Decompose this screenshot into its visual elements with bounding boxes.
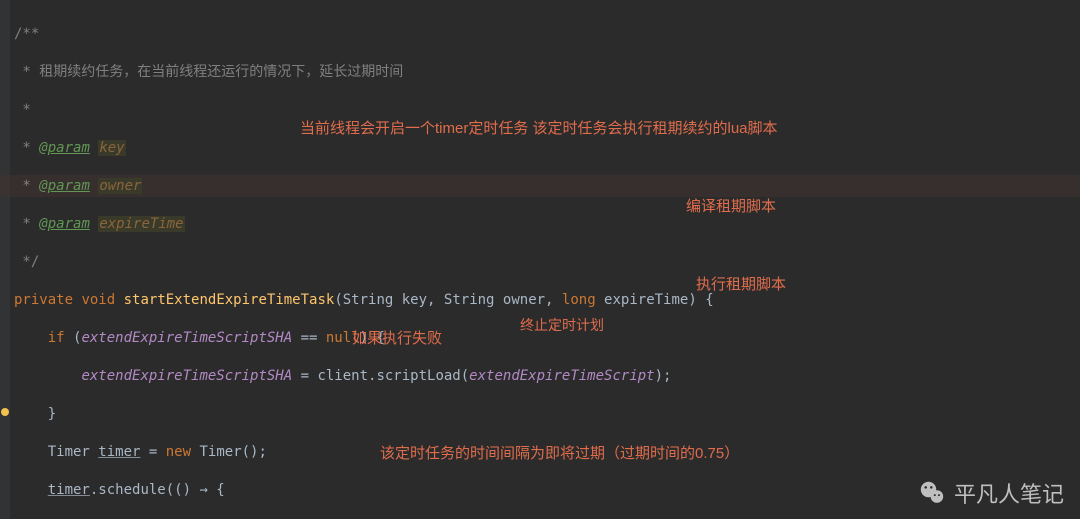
param-tag: @param xyxy=(39,178,90,194)
kw-void: void xyxy=(81,292,115,308)
param-owner: owner xyxy=(98,178,142,194)
warning-gutter-icon[interactable] xyxy=(1,408,9,416)
sig-params: (String key, String owner, xyxy=(334,292,562,308)
param-tag: @param xyxy=(39,140,90,156)
comment-line: * 租期续约任务，在当前线程还运行的情况下，延长过期时间 xyxy=(14,64,403,80)
var-sha: extendExpireTimeScriptSHA xyxy=(81,330,292,346)
kw-if: if xyxy=(48,330,65,346)
comment-close: */ xyxy=(14,254,39,270)
param-expireTime: expireTime xyxy=(98,216,184,232)
code-editor[interactable]: /** * 租期续约任务，在当前线程还运行的情况下，延长过期时间 * * @pa… xyxy=(0,0,1080,519)
sig-params-2: expireTime) { xyxy=(596,292,714,308)
kw-null: null xyxy=(326,330,360,346)
brace: } xyxy=(48,406,56,422)
comment-star: * xyxy=(14,102,31,118)
timer-ref: timer xyxy=(48,482,90,498)
kw-new: new xyxy=(166,444,191,460)
kw-long: long xyxy=(562,292,596,308)
gutter xyxy=(0,0,10,519)
var-timer: timer xyxy=(98,444,140,460)
kw-private: private xyxy=(14,292,73,308)
param-tag: @param xyxy=(39,216,90,232)
method-name: startExtendExpireTimeTask xyxy=(124,292,335,308)
var-sha-2: extendExpireTimeScriptSHA xyxy=(81,368,292,384)
comment-open: /** xyxy=(14,26,39,42)
param-key: key xyxy=(98,140,125,156)
code-block[interactable]: /** * 租期续约任务，在当前线程还运行的情况下，延长过期时间 * * @pa… xyxy=(14,6,1080,519)
var-script: extendExpireTimeScript xyxy=(469,368,654,384)
